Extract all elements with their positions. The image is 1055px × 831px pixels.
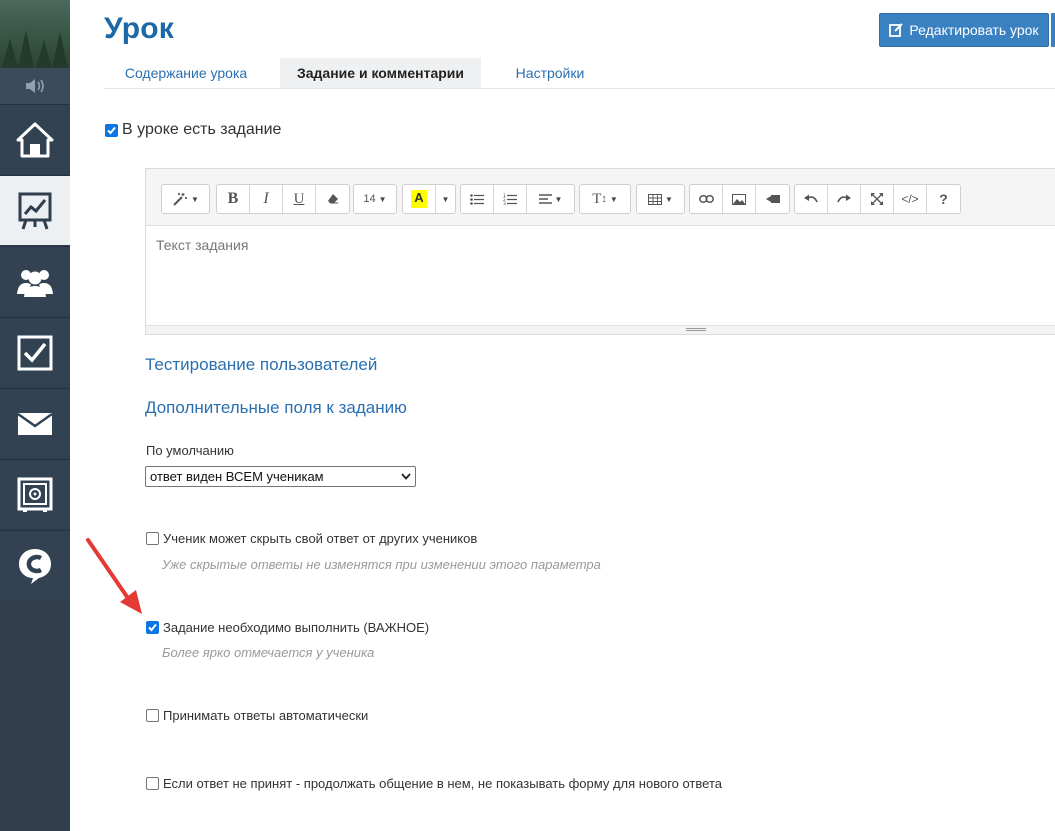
color-dropdown-icon[interactable]: ▼ xyxy=(436,185,455,213)
option-hide-answer-row: Ученик может скрыть свой ответ от других… xyxy=(146,531,477,546)
toolbar-group-color: A ▼ xyxy=(402,184,456,214)
chat-c-icon xyxy=(19,548,51,584)
toolbar-group-insert xyxy=(689,184,790,214)
numbered-list-icon[interactable]: 123 xyxy=(494,185,527,213)
task-text-input[interactable]: Текст задания xyxy=(156,237,248,253)
option-auto-accept-row: Принимать ответы автоматически xyxy=(146,708,368,723)
toolbar-group-misc: </> ? xyxy=(794,184,961,214)
users-icon xyxy=(17,269,53,297)
page-title: Урок xyxy=(104,12,174,45)
toolbar-group-size: 14 ▼ xyxy=(353,184,397,214)
link-icon[interactable] xyxy=(690,185,723,213)
toolbar-group-table: ▼ xyxy=(636,184,685,214)
sidebar-item-lessons[interactable] xyxy=(0,175,70,245)
edit-lesson-label: Редактировать урок xyxy=(909,22,1039,38)
has-task-row: В уроке есть задание xyxy=(105,121,281,139)
checkbox-icon xyxy=(17,335,53,370)
image-icon[interactable] xyxy=(723,185,756,213)
editor-toolbar: ▼ B I U 14 ▼ A ▼ 123 ▼ T ↕ ▼ ▼ </> ? xyxy=(146,169,1055,226)
bullet-list-icon[interactable] xyxy=(461,185,494,213)
align-icon[interactable]: ▼ xyxy=(527,185,574,213)
annotation-arrow-icon xyxy=(86,538,142,614)
table-icon[interactable]: ▼ xyxy=(637,185,684,213)
chevron-down-icon xyxy=(401,473,411,480)
underline-icon[interactable]: U xyxy=(283,185,316,213)
edit-icon xyxy=(889,23,904,37)
undo-icon[interactable] xyxy=(795,185,828,213)
option-auto-accept-checkbox[interactable] xyxy=(146,709,159,722)
user-testing-link[interactable]: Тестирование пользователей xyxy=(145,355,377,375)
style-button[interactable]: ▼ xyxy=(162,185,209,213)
tab-lesson-content[interactable]: Содержание урока xyxy=(104,58,268,88)
fullscreen-icon[interactable] xyxy=(861,185,894,213)
editor-resize-handle[interactable] xyxy=(146,325,1055,334)
option-important-row: Задание необходимо выполнить (ВАЖНОЕ) xyxy=(146,620,429,635)
option-continue-label: Если ответ не принят - продолжать общени… xyxy=(163,776,722,791)
task-editor: ▼ B I U 14 ▼ A ▼ 123 ▼ T ↕ ▼ ▼ </> ? Тек… xyxy=(145,168,1055,335)
magic-icon xyxy=(173,193,188,206)
option-hide-answer-hint: Уже скрытые ответы не изменятся при изме… xyxy=(162,557,601,572)
option-important-label: Задание необходимо выполнить (ВАЖНОЕ) xyxy=(163,620,430,635)
sidebar-item-safe[interactable] xyxy=(0,459,70,529)
toolbar-group-lists: 123 ▼ xyxy=(460,184,575,214)
line-height-icon[interactable]: T ↕ ▼ xyxy=(580,185,630,213)
toolbar-group-style: ▼ xyxy=(161,184,210,214)
sidebar-item-messages[interactable] xyxy=(0,388,70,458)
option-important-hint: Более ярко отмечается у ученика xyxy=(162,645,375,660)
sidebar-item-tasks[interactable] xyxy=(0,317,70,387)
code-view-icon[interactable]: </> xyxy=(894,185,927,213)
italic-icon[interactable]: I xyxy=(250,185,283,213)
extra-fields-link[interactable]: Дополнительные поля к заданию xyxy=(145,398,407,418)
option-continue-checkbox[interactable] xyxy=(146,777,159,790)
sidebar-item-chat[interactable] xyxy=(0,530,70,600)
sidebar xyxy=(0,0,70,831)
highlight-icon[interactable]: A xyxy=(403,185,436,213)
video-icon[interactable] xyxy=(756,185,789,213)
visibility-label: По умолчанию xyxy=(146,443,234,458)
tabs: Содержание урока Задание и комментарии Н… xyxy=(104,58,1055,89)
safe-icon xyxy=(17,477,53,512)
mail-icon xyxy=(17,412,53,435)
help-icon[interactable]: ? xyxy=(927,185,960,213)
option-continue-row: Если ответ не принят - продолжать общени… xyxy=(146,776,722,791)
speaker-icon xyxy=(26,79,44,93)
font-size-select[interactable]: 14 ▼ xyxy=(354,185,396,213)
option-important-checkbox[interactable] xyxy=(146,621,159,634)
edit-lesson-button[interactable]: Редактировать урок xyxy=(879,13,1049,47)
option-hide-answer-label: Ученик может скрыть свой ответ от других… xyxy=(163,531,478,546)
toolbar-group-font: B I U xyxy=(216,184,350,214)
tab-settings[interactable]: Настройки xyxy=(500,58,600,88)
edit-button-edge xyxy=(1051,13,1055,47)
svg-text:3: 3 xyxy=(503,201,506,205)
sidebar-sound-toggle[interactable] xyxy=(0,68,70,104)
tab-task-comments[interactable]: Задание и комментарии xyxy=(280,58,481,88)
bold-icon[interactable]: B xyxy=(217,185,250,213)
chart-board-icon xyxy=(18,192,52,229)
visibility-select-value: ответ виден ВСЕМ ученикам xyxy=(150,469,324,484)
has-task-label: В уроке есть задание xyxy=(122,121,282,138)
option-auto-accept-label: Принимать ответы автоматически xyxy=(163,708,369,723)
home-icon xyxy=(16,122,54,157)
eraser-icon[interactable] xyxy=(316,185,349,213)
sidebar-header-image xyxy=(0,0,70,68)
sidebar-item-users[interactable] xyxy=(0,246,70,316)
has-task-checkbox[interactable] xyxy=(105,123,118,137)
sidebar-item-home[interactable] xyxy=(0,104,70,174)
redo-icon[interactable] xyxy=(828,185,861,213)
visibility-select[interactable]: ответ виден ВСЕМ ученикам xyxy=(145,466,416,487)
toolbar-group-height: T ↕ ▼ xyxy=(579,184,631,214)
